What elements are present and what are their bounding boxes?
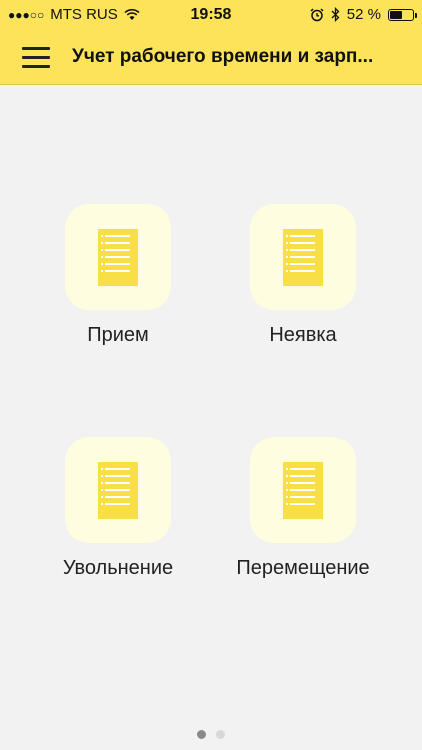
app-bar: Учет рабочего времени и зарп... bbox=[0, 30, 422, 85]
battery-level bbox=[390, 10, 403, 19]
document-icon bbox=[65, 437, 171, 543]
document-icon bbox=[250, 204, 356, 310]
page-title: Учет рабочего времени и зарп... bbox=[72, 46, 374, 67]
document-icon bbox=[65, 204, 171, 310]
tile-dismissal[interactable]: Увольнение bbox=[23, 437, 213, 580]
tile-label: Увольнение bbox=[62, 557, 174, 579]
status-bar: ●●●○○ MTS RUS 19:58 52 % bbox=[0, 0, 422, 30]
battery-icon bbox=[388, 8, 417, 21]
tile-absence[interactable]: Неявка bbox=[208, 204, 398, 347]
page-indicator[interactable] bbox=[0, 730, 422, 739]
bluetooth-icon bbox=[331, 7, 340, 22]
tile-label: Перемещение bbox=[236, 557, 370, 579]
hamburger-menu-icon[interactable] bbox=[22, 45, 50, 69]
alarm-icon bbox=[310, 7, 324, 21]
tile-label: Неявка bbox=[269, 324, 337, 346]
page-dot[interactable] bbox=[216, 730, 225, 739]
page-dot-active[interactable] bbox=[197, 730, 206, 739]
tile-hire[interactable]: Прием bbox=[23, 204, 213, 347]
tile-label: Прием bbox=[87, 324, 149, 346]
document-icon bbox=[250, 437, 356, 543]
battery-percent: 52 % bbox=[346, 6, 381, 23]
tile-transfer[interactable]: Перемещение bbox=[208, 437, 398, 580]
